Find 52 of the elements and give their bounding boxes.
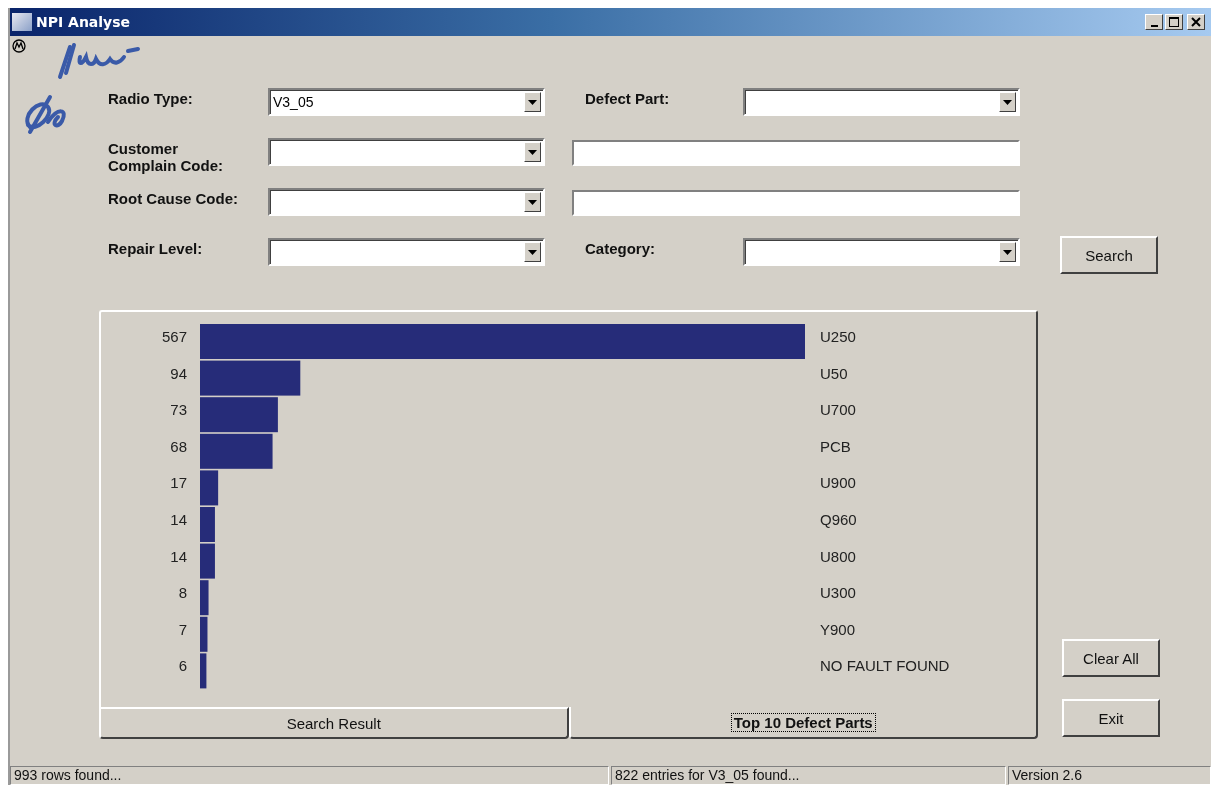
category-label: Q960 bbox=[820, 510, 857, 528]
value-label: 14 bbox=[170, 510, 187, 528]
value-label: 14 bbox=[170, 547, 187, 565]
dropdown[interactable] bbox=[743, 88, 1020, 116]
field-label: Category: bbox=[584, 239, 656, 257]
close-button[interactable] bbox=[1187, 14, 1205, 30]
category-label: U300 bbox=[820, 584, 856, 602]
value-label: 6 bbox=[178, 657, 187, 675]
action-button[interactable]: Clear All bbox=[1062, 639, 1160, 677]
logo-icon bbox=[12, 39, 26, 53]
category-label: Y900 bbox=[820, 620, 856, 638]
value-label: 567 bbox=[161, 327, 187, 345]
status-text: 993 rows found... bbox=[10, 766, 609, 785]
minimize-button[interactable] bbox=[1145, 14, 1163, 30]
value-label: 73 bbox=[170, 401, 187, 419]
input-field[interactable] bbox=[572, 140, 1020, 166]
field-label: Repair Level: bbox=[108, 239, 204, 257]
value-label: 17 bbox=[170, 474, 187, 492]
dropdown[interactable] bbox=[268, 138, 545, 166]
status-text: Version 2.6 bbox=[1008, 766, 1211, 785]
maximize-icon bbox=[1169, 17, 1179, 27]
category-label: U900 bbox=[820, 474, 856, 492]
dropdown[interactable] bbox=[743, 238, 1020, 266]
window-title: NPI Analyse bbox=[36, 14, 132, 30]
dropdown[interactable] bbox=[268, 188, 545, 216]
category-label: U250 bbox=[820, 327, 856, 345]
value-label: 8 bbox=[178, 584, 187, 602]
field-label: Defect Part: bbox=[584, 89, 671, 107]
value-label: 94 bbox=[170, 364, 187, 382]
category-label: U800 bbox=[820, 547, 856, 565]
field-label: Root Cause Code: bbox=[108, 189, 239, 207]
category-label: U700 bbox=[820, 401, 856, 419]
bar bbox=[200, 507, 215, 542]
category-label: U50 bbox=[820, 364, 848, 382]
tab[interactable]: Search Result bbox=[99, 707, 569, 739]
value-label: 68 bbox=[170, 437, 187, 455]
dropdown[interactable]: V3_05 bbox=[268, 88, 545, 116]
dropdown[interactable] bbox=[268, 238, 545, 266]
minimize-icon bbox=[1150, 24, 1158, 27]
app-icon bbox=[12, 13, 32, 31]
field-label: Radio Type: bbox=[108, 89, 194, 107]
category-label: PCB bbox=[820, 437, 851, 455]
status-text: 822 entries for V3_05 found... bbox=[611, 766, 1006, 785]
tab[interactable]: Top 10 Defect Parts bbox=[568, 707, 1038, 739]
field-label: Customer Complain Code: bbox=[108, 139, 224, 174]
maximize-button[interactable] bbox=[1165, 14, 1183, 30]
search-button[interactable]: Search bbox=[1060, 236, 1158, 274]
close-icon bbox=[1191, 17, 1201, 27]
input-field[interactable] bbox=[572, 190, 1020, 216]
action-button[interactable]: Exit bbox=[1062, 699, 1160, 737]
value-label: 7 bbox=[178, 620, 187, 638]
category-label: NO FAULT FOUND bbox=[820, 657, 950, 675]
